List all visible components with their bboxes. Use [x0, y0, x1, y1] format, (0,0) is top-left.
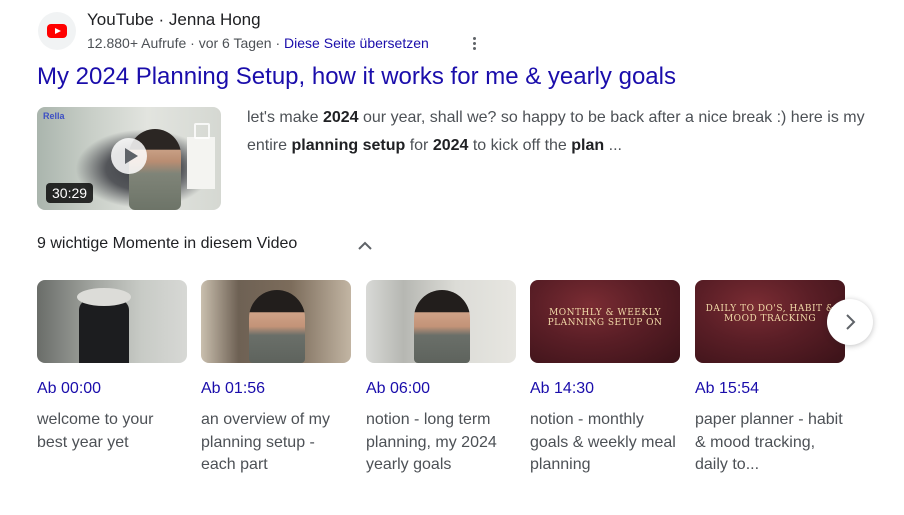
thumbnail-overlay-text: MONTHLY & WEEKLY PLANNING SETUP ON	[547, 308, 663, 328]
moment-card[interactable]: DAILY TO DO'S, HABIT & MOOD TRACKING Ab …	[695, 280, 845, 473]
video-duration: 30:29	[46, 183, 94, 203]
moment-thumbnail: DAILY TO DO'S, HABIT & MOOD TRACKING	[695, 280, 845, 363]
moment-timestamp[interactable]: Ab 06:00	[366, 380, 430, 398]
thumb-logo: Rella	[43, 111, 65, 121]
expand-icon	[194, 123, 210, 139]
moment-card[interactable]: Ab 06:00 notion - long term planning, my…	[366, 280, 516, 473]
moment-description: notion - monthly goals & weekly meal pla…	[530, 411, 676, 473]
thumbnail-poster	[187, 137, 215, 189]
chevron-right-icon	[846, 314, 856, 330]
translate-link[interactable]: Diese Seite übersetzen	[284, 35, 429, 51]
moment-card[interactable]: Ab 00:00 welcome to your best year yet	[37, 280, 187, 451]
moment-thumbnail	[201, 280, 351, 363]
moment-timestamp[interactable]: Ab 15:54	[695, 380, 759, 398]
moment-thumbnail: MONTHLY & WEEKLY PLANNING SETUP ON	[530, 280, 680, 363]
result-snippet: let's make 2024 our year, shall we? so h…	[247, 104, 867, 160]
snippet-text: to kick off the	[468, 137, 572, 154]
moment-timestamp[interactable]: Ab 00:00	[37, 380, 101, 398]
source-name[interactable]: YouTube · Jenna Hong	[87, 10, 261, 30]
key-moments-header: 9 wichtige Momente in diesem Video	[37, 235, 298, 252]
youtube-icon[interactable]	[38, 12, 76, 50]
play-icon[interactable]	[111, 138, 147, 174]
thumbnail-overlay-text: DAILY TO DO'S, HABIT & MOOD TRACKING	[705, 304, 835, 324]
snippet-highlight: 2024	[432, 137, 469, 154]
moment-timestamp[interactable]: Ab 01:56	[201, 380, 265, 398]
moment-description: welcome to your best year yet	[37, 411, 154, 451]
moment-timestamp[interactable]: Ab 14:30	[530, 380, 594, 398]
snippet-text: for	[405, 137, 433, 154]
moment-description: an overview of my planning setup - each …	[201, 411, 330, 473]
more-vert-icon[interactable]	[468, 35, 480, 53]
moment-description: notion - long term planning, my 2024 yea…	[366, 411, 497, 473]
snippet-text: let's make	[247, 109, 323, 126]
snippet-text: ...	[604, 137, 622, 154]
moment-thumbnail	[366, 280, 516, 363]
moment-card[interactable]: Ab 01:56 an overview of my planning setu…	[201, 280, 351, 473]
snippet-highlight: plan	[571, 137, 605, 154]
next-moments-button[interactable]	[827, 299, 873, 345]
snippet-highlight: planning setup	[291, 137, 406, 154]
result-title-link[interactable]: My 2024 Planning Setup, how it works for…	[37, 63, 676, 91]
meta-line: 12.880+ Aufrufe · vor 6 Tagen · Diese Se…	[87, 35, 429, 51]
view-count: 12.880+ Aufrufe · vor 6 Tagen ·	[87, 35, 285, 51]
moment-thumbnail	[37, 280, 187, 363]
video-thumbnail[interactable]: Rella 30:29	[37, 107, 221, 210]
moment-description: paper planner - habit & mood tracking, d…	[695, 411, 843, 473]
snippet-highlight: 2024	[322, 109, 359, 126]
chevron-up-icon[interactable]	[356, 237, 374, 255]
moment-card[interactable]: MONTHLY & WEEKLY PLANNING SETUP ON Ab 14…	[530, 280, 680, 473]
